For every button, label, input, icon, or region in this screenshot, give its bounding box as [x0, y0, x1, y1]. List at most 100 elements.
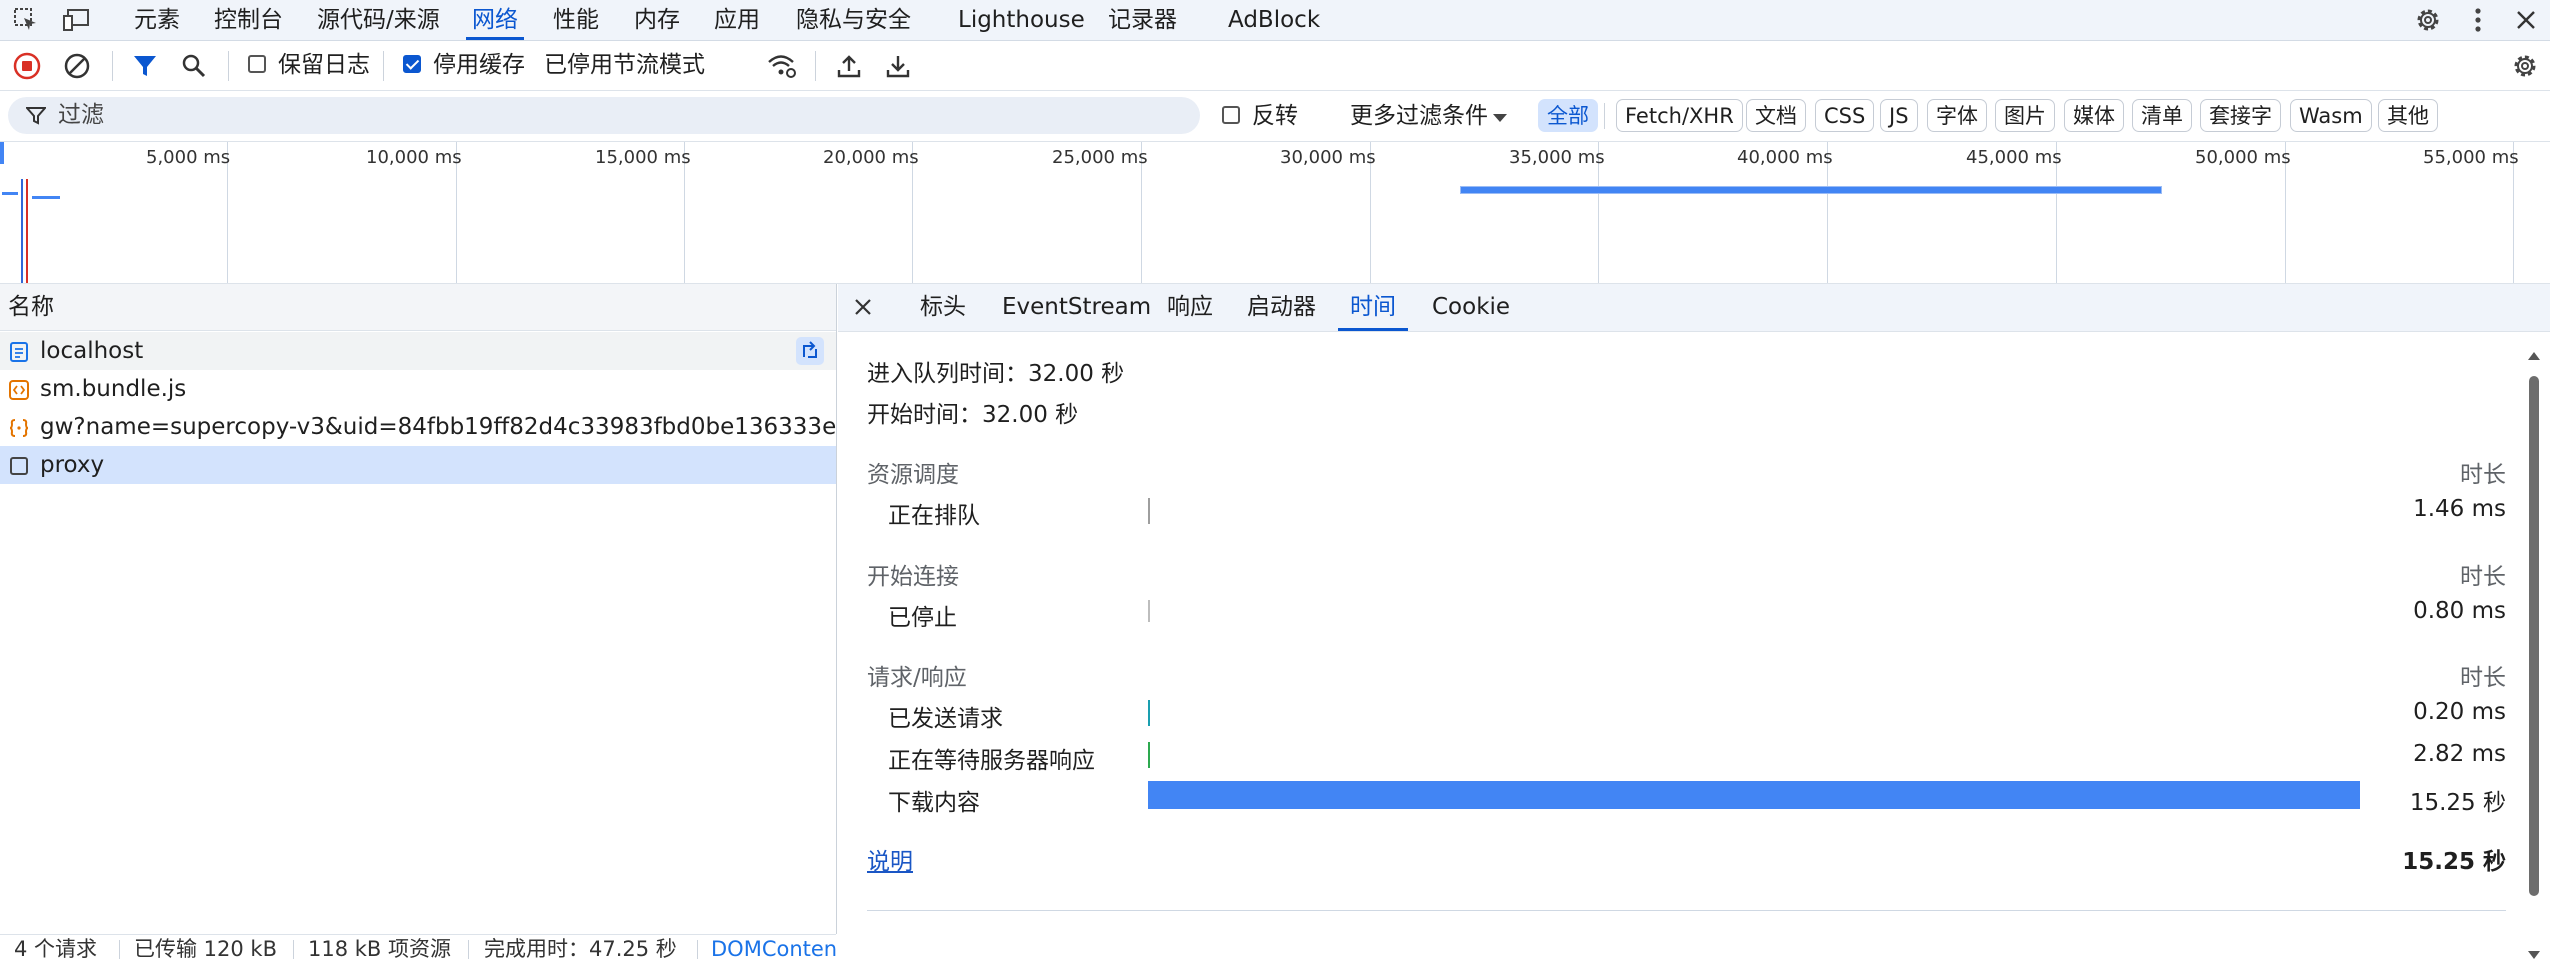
tab-headers[interactable]: 标头 — [920, 284, 966, 331]
tab-initiator[interactable]: 启动器 — [1247, 284, 1316, 331]
type-filter-font[interactable]: 字体 — [1927, 99, 1987, 132]
tab-response[interactable]: 响应 — [1167, 284, 1213, 331]
type-filter-wasm[interactable]: Wasm — [2290, 99, 2372, 132]
status-domcontentloaded: DOMContentLoaded — [711, 937, 836, 961]
timing-row-label: 正在等待服务器响应 — [888, 748, 1095, 774]
tab-timing[interactable]: 时间 — [1338, 284, 1408, 331]
open-in-sources-icon[interactable] — [796, 337, 824, 365]
duration-header: 时长 — [2460, 665, 2506, 691]
section-divider — [867, 910, 2506, 911]
search-icon[interactable] — [177, 49, 211, 83]
script-icon — [9, 380, 29, 400]
timing-row-label: 已发送请求 — [888, 706, 1003, 732]
more-filters-dropdown[interactable]: 更多过滤条件 — [1350, 91, 1488, 141]
type-filter-fetch-xhr[interactable]: Fetch/XHR — [1616, 99, 1743, 132]
record-stop-icon[interactable] — [10, 49, 44, 83]
started-at-text: 开始时间：32.00 秒 — [867, 402, 1079, 428]
overview-tick-label: 50,000 ms — [2195, 147, 2291, 168]
type-filter-other[interactable]: 其他 — [2378, 99, 2438, 132]
settings-gear-icon[interactable] — [2412, 4, 2444, 36]
filter-input[interactable]: 过滤 — [8, 97, 1200, 134]
timing-bar-stalled — [1148, 600, 1150, 622]
status-finish-time: 完成用时：47.25 秒 — [484, 937, 677, 961]
type-filter-manifest[interactable]: 清单 — [2132, 99, 2192, 132]
tab-elements[interactable]: 元素 — [134, 0, 180, 40]
document-icon — [9, 342, 29, 362]
request-row-sm-bundle[interactable]: sm.bundle.js — [0, 370, 836, 408]
device-toolbar-icon[interactable] — [60, 4, 92, 36]
overview-tick-label: 15,000 ms — [595, 147, 691, 168]
overview-tick-label: 55,000 ms — [2423, 147, 2519, 168]
invert-label: 反转 — [1252, 103, 1298, 129]
overview-tick-label: 30,000 ms — [1280, 147, 1376, 168]
type-filter-media[interactable]: 媒体 — [2064, 99, 2124, 132]
section-title-connection-start: 开始连接 — [867, 564, 959, 590]
tab-sources[interactable]: 源代码/来源 — [317, 0, 440, 40]
tab-recorder[interactable]: 记录器 — [1108, 0, 1177, 40]
timing-bar-content-download — [1148, 781, 2360, 809]
filter-funnel-icon — [26, 107, 46, 125]
close-devtools-icon[interactable] — [2510, 4, 2542, 36]
request-detail-tabs: 标头 EventStream 响应 启动器 时间 Cookie — [838, 284, 2550, 332]
tab-network[interactable]: 网络 — [466, 0, 524, 40]
preserve-log-label: 保留日志 — [278, 52, 370, 78]
tab-lighthouse[interactable]: Lighthouse — [958, 0, 1085, 40]
tab-adblock[interactable]: AdBlock — [1228, 0, 1320, 40]
preserve-log-checkbox[interactable] — [248, 55, 266, 73]
network-status-bar: 4 个请求 已传输 120 kB 118 kB 项资源 完成用时：47.25 秒… — [0, 934, 836, 964]
request-name: sm.bundle.js — [40, 376, 187, 402]
tab-console[interactable]: 控制台 — [214, 0, 283, 40]
overview-selection-handle[interactable] — [0, 142, 4, 164]
inspect-element-icon[interactable] — [10, 4, 42, 36]
invert-checkbox[interactable] — [1222, 106, 1240, 124]
toolbar-divider — [112, 51, 113, 81]
tab-application[interactable]: 应用 — [714, 0, 760, 40]
overview-tick-label: 20,000 ms — [823, 147, 919, 168]
load-event-marker — [26, 179, 28, 283]
overview-tick-label: 40,000 ms — [1737, 147, 1833, 168]
type-filter-socket[interactable]: 套接字 — [2200, 99, 2281, 132]
throttling-select[interactable]: 已停用节流模式 — [544, 41, 705, 90]
section-title-resource-scheduling: 资源调度 — [867, 462, 959, 488]
timing-scrollbar[interactable] — [2526, 350, 2542, 963]
clear-icon[interactable] — [60, 49, 94, 83]
overview-tick-label: 35,000 ms — [1509, 147, 1605, 168]
request-list: 名称 localhost sm.bundle.js gw?name=superc… — [0, 284, 837, 934]
timing-bar-request-sent — [1148, 700, 1150, 726]
name-column-header[interactable]: 名称 — [0, 284, 836, 331]
type-filter-css[interactable]: CSS — [1815, 99, 1875, 132]
type-filter-img[interactable]: 图片 — [1995, 99, 2055, 132]
timing-panel: 进入队列时间：32.00 秒 开始时间：32.00 秒 资源调度 时长 正在排队… — [838, 332, 2550, 963]
toolbar-divider — [383, 51, 384, 81]
type-filter-js[interactable]: JS — [1880, 99, 1918, 132]
explanation-link[interactable]: 说明 — [867, 842, 913, 876]
timing-total: 15.25 秒 — [2402, 849, 2506, 875]
fetch-icon — [9, 418, 29, 438]
filter-icon[interactable] — [128, 49, 162, 83]
tab-privacy-security[interactable]: 隐私与安全 — [796, 0, 911, 40]
tab-memory[interactable]: 内存 — [634, 0, 680, 40]
disable-cache-checkbox[interactable] — [403, 55, 421, 73]
close-detail-icon[interactable] — [852, 296, 874, 318]
timing-row-value: 0.20 ms — [2413, 699, 2506, 725]
export-har-icon[interactable] — [881, 49, 915, 83]
filter-bar: 过滤 反转 更多过滤条件 全部 Fetch/XHR 文档 CSS JS 字体 图… — [0, 91, 2550, 142]
type-filter-doc[interactable]: 文档 — [1746, 99, 1806, 132]
request-row-gw[interactable]: gw?name=supercopy-v3&uid=84fbb19ff82d4c3… — [0, 408, 836, 446]
more-filters-chevron-icon[interactable] — [1492, 113, 1508, 123]
tab-eventstream[interactable]: EventStream — [1002, 284, 1151, 331]
request-name: proxy — [40, 452, 105, 478]
request-row-proxy[interactable]: proxy — [0, 446, 836, 484]
tab-cookies[interactable]: Cookie — [1432, 284, 1510, 331]
more-options-icon[interactable] — [2462, 4, 2494, 36]
network-overview[interactable]: 5,000 ms 10,000 ms 15,000 ms 20,000 ms 2… — [0, 142, 2550, 284]
network-conditions-icon[interactable] — [765, 49, 799, 83]
import-har-icon[interactable] — [832, 49, 866, 83]
network-settings-icon[interactable] — [2508, 49, 2542, 83]
request-row-localhost[interactable]: localhost — [0, 332, 836, 370]
filter-placeholder: 过滤 — [58, 102, 104, 128]
disable-cache-label: 停用缓存 — [433, 52, 525, 78]
tab-performance[interactable]: 性能 — [553, 0, 599, 40]
status-resources: 118 kB 项资源 — [308, 937, 452, 961]
type-filter-all[interactable]: 全部 — [1538, 99, 1598, 132]
